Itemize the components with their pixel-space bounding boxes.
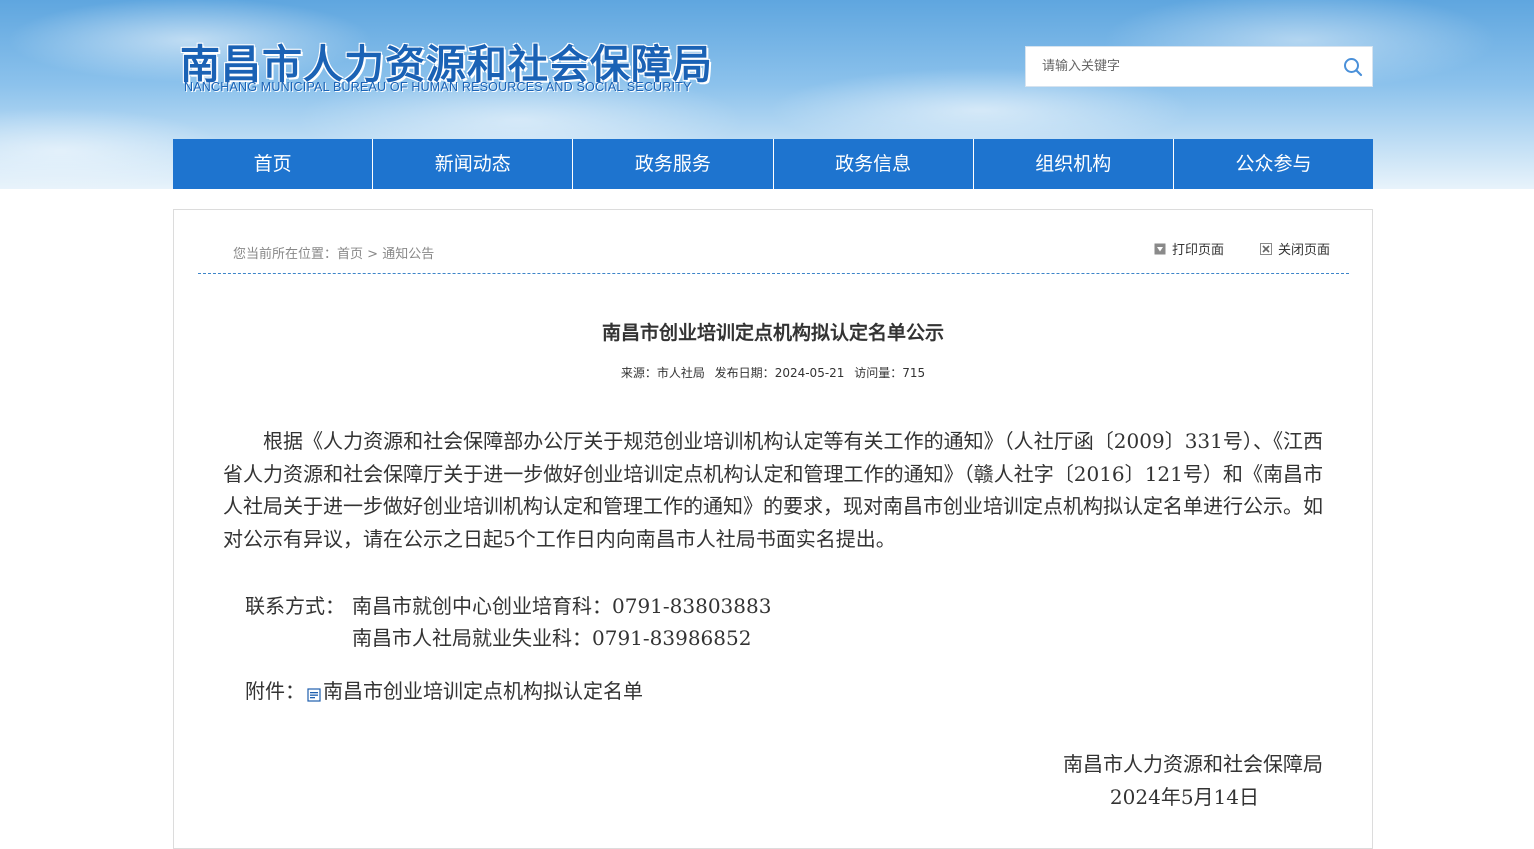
nav-item-public-participation[interactable]: 公众参与 — [1174, 139, 1373, 189]
article-title: 南昌市创业培训定点机构拟认定名单公示 — [601, 322, 944, 344]
breadcrumb-home[interactable]: 首页 — [337, 247, 363, 262]
views-label: 访问量：715 — [854, 366, 925, 380]
source-value: 市人社局 — [656, 366, 705, 380]
nav-item-organization[interactable]: 组织机构 — [974, 139, 1174, 189]
article-body: 根据《人力资源和社会保障部办公厅关于规范创业培训机构认定等有关工作的通知》（人社… — [223, 429, 1323, 552]
attachment-link[interactable]: 南昌市创业培训定点机构拟认定名单 — [305, 675, 643, 704]
attachment-label: 附件： — [245, 679, 305, 703]
search-input[interactable] — [1026, 47, 1336, 86]
date-label: 发布日期：2024-05-21 — [715, 366, 845, 380]
close-page-label: 关闭页面 — [1277, 243, 1330, 258]
nav-item-news[interactable]: 新闻动态 — [373, 139, 574, 189]
contact-line-1: 南昌市就创中心创业培育科：0791-83803883 — [352, 594, 772, 618]
signature-date: 2024年5月14日 — [1109, 785, 1259, 809]
nav-item-gov-services[interactable]: 政务服务 — [573, 139, 774, 189]
nav-item-home[interactable]: 首页 — [173, 139, 374, 189]
breadcrumb-current[interactable]: 通知公告 — [382, 247, 434, 262]
date-value: 2024-05-21 — [774, 366, 845, 380]
source-label: 来源：市人社局 — [621, 366, 705, 380]
document-icon — [307, 683, 321, 702]
date-label-text: 发布日期： — [714, 366, 775, 380]
article-meta: 来源：市人社局 发布日期：2024-05-21 访问量：715 — [174, 364, 1372, 381]
signature-org: 南昌市人力资源和社会保障局 — [1063, 752, 1323, 776]
close-icon — [1259, 242, 1272, 255]
views-value: 715 — [902, 366, 926, 380]
breadcrumb-prefix: 您当前所在位置： — [233, 247, 338, 262]
main-nav: 首页 新闻动态 政务服务 政务信息 组织机构 公众参与 — [173, 139, 1373, 189]
views-label-text: 访问量： — [854, 366, 903, 380]
divider — [198, 273, 1349, 274]
attachment-name: 南昌市创业培训定点机构拟认定名单 — [323, 679, 643, 703]
page-tools: 打印页面 关闭页面 — [1154, 239, 1330, 258]
breadcrumb-separator: > — [367, 247, 379, 262]
contact-line-2: 南昌市人社局就业失业科：0791-83986852 — [352, 626, 752, 650]
nav-item-gov-info[interactable]: 政务信息 — [774, 139, 974, 189]
content-panel: 您当前所在位置：首页 > 通知公告 打印页面 关闭页面 南昌市创业培训定点机构拟… — [173, 209, 1373, 849]
search-icon[interactable] — [1342, 56, 1364, 78]
print-page-label: 打印页面 — [1171, 243, 1224, 258]
attachment-row: 附件： 南昌市创业培训定点机构拟认定名单 — [245, 675, 643, 704]
close-page-button[interactable]: 关闭页面 — [1259, 239, 1330, 258]
site-logo-subtitle: NANCHANG MUNICIPAL BUREAU OF HUMAN RESOU… — [184, 80, 692, 94]
source-label-text: 来源： — [620, 366, 657, 380]
print-page-button[interactable]: 打印页面 — [1154, 239, 1224, 258]
print-icon — [1154, 243, 1166, 255]
search-box — [1025, 46, 1373, 87]
contact-label: 联系方式： — [245, 594, 345, 618]
breadcrumb: 您当前所在位置：首页 > 通知公告 — [233, 243, 434, 262]
